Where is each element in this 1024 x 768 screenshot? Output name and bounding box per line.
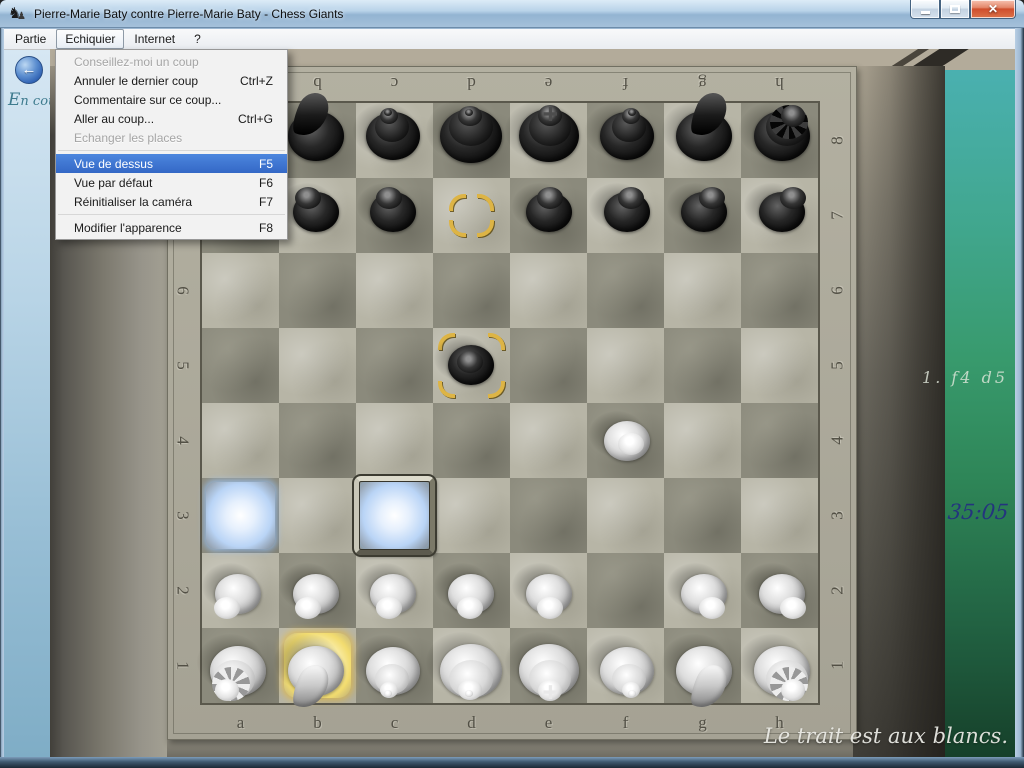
file-label-top-g: g	[664, 70, 741, 96]
game-status-label: En cou	[8, 90, 50, 110]
close-button[interactable]: ✕	[970, 0, 1016, 19]
left-toolbar: ← En cou	[4, 50, 50, 757]
file-label-bottom-g: g	[664, 710, 741, 736]
table-bottom	[167, 738, 853, 757]
side-panel	[945, 70, 1015, 757]
app-window: ♞ ♟ Pierre-Marie Baty contre Pierre-Mari…	[0, 0, 1024, 768]
file-label-bottom-e: e	[510, 710, 587, 736]
file-label-bottom-c: c	[356, 710, 433, 736]
file-label-top-e: e	[510, 70, 587, 96]
menu-item-echanger-les-places: Echanger les places	[56, 128, 287, 147]
echiquier-menu-popup: Conseillez-moi un coupAnnuler le dernier…	[55, 49, 288, 240]
minimize-icon	[921, 11, 930, 14]
menu-item-conseillez-moi-un-coup: Conseillez-moi un coup	[56, 52, 287, 71]
menu-separator	[58, 150, 285, 151]
file-label-top-c: c	[356, 70, 433, 96]
maximize-button[interactable]	[940, 0, 970, 19]
menu-item-vue-par-d-faut[interactable]: Vue par défautF6	[56, 173, 287, 192]
file-label-bottom-d: d	[433, 710, 510, 736]
file-label-bottom-f: f	[587, 710, 664, 736]
menu-item-modifier-l-apparence[interactable]: Modifier l'apparenceF8	[56, 218, 287, 237]
file-label-top-d: d	[433, 70, 510, 96]
menu-item-aller-au-coup-[interactable]: Aller au coup...Ctrl+G	[56, 109, 287, 128]
menu-item-annuler-le-dernier-coup[interactable]: Annuler le dernier coupCtrl+Z	[56, 71, 287, 90]
window-controls: ✕	[910, 0, 1016, 19]
file-label-top-f: f	[587, 70, 664, 96]
back-button[interactable]: ←	[15, 56, 43, 84]
maximize-icon	[950, 5, 960, 13]
game-clock: 35:05	[947, 500, 1010, 524]
file-label-top-h: h	[741, 70, 818, 96]
window-border-bottom	[0, 757, 1024, 768]
menu-item-commentaire-sur-ce-coup-[interactable]: Commentaire sur ce coup...	[56, 90, 287, 109]
close-icon: ✕	[988, 3, 998, 15]
file-label-bottom-a: a	[202, 710, 279, 736]
menu-separator	[58, 214, 285, 215]
file-label-bottom-b: b	[279, 710, 356, 736]
move-list: 1. f4 d5	[922, 368, 1008, 387]
menu-item-r-initialiser-la-cam-ra[interactable]: Réinitialiser la caméraF7	[56, 192, 287, 211]
minimize-button[interactable]	[910, 0, 940, 19]
menu-item-vue-de-dessus[interactable]: Vue de dessusF5	[56, 154, 287, 173]
turn-status: Le trait est aux blancs.	[764, 724, 1008, 748]
